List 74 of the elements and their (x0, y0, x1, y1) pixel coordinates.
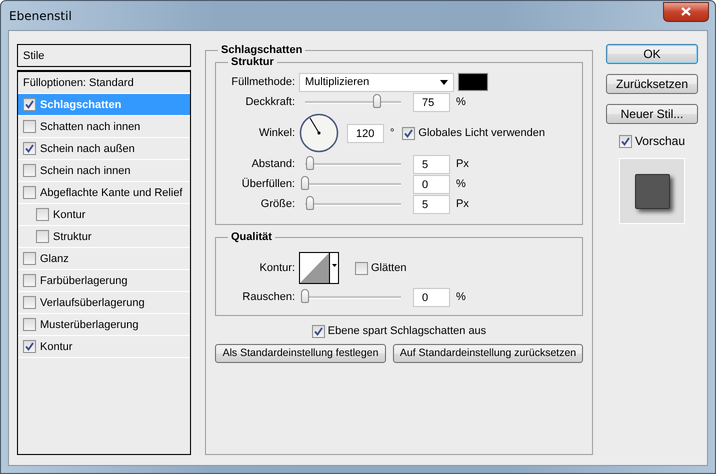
checkbox[interactable] (312, 324, 325, 338)
unit-label: Px (456, 158, 469, 170)
checkbox[interactable] (23, 164, 36, 177)
dialog-button[interactable]: Zurücksetzen (606, 74, 698, 94)
window-title: Ebenenstil (9, 8, 72, 22)
group-title: Struktur (230, 56, 275, 68)
style-item[interactable]: Verlaufsüberlagerung (18, 292, 190, 314)
field-label: Füllmethode: (230, 76, 295, 88)
checkbox[interactable] (23, 274, 36, 287)
field-label: Abstand: (250, 158, 295, 170)
checkbox[interactable] (36, 208, 49, 221)
value-field[interactable]: 0 (413, 174, 450, 194)
slider-thumb[interactable] (301, 288, 309, 302)
unit-label: % (456, 96, 466, 108)
style-item[interactable]: Kontur (18, 336, 190, 358)
style-item[interactable]: Struktur (18, 226, 190, 248)
dialog-button[interactable]: OK (606, 44, 698, 64)
style-item[interactable]: Glanz (18, 248, 190, 270)
unit-label: % (456, 291, 466, 303)
value-field[interactable]: 120 (347, 124, 384, 142)
checkbox-label: Globales Licht verwenden (418, 127, 545, 139)
checkbox[interactable] (36, 230, 49, 243)
field-label: Rauschen: (241, 291, 295, 303)
slider-thumb[interactable] (306, 156, 314, 170)
style-item[interactable]: Schatten nach innen (18, 116, 190, 138)
action-button[interactable]: Als Standardeinstellung festlegen (215, 344, 386, 362)
field-label: Überfüllen: (240, 178, 295, 190)
slider-thumb[interactable] (373, 94, 381, 108)
group-title: Schlagschatten (220, 44, 304, 56)
checkbox[interactable] (23, 98, 36, 111)
field-label: Winkel: (258, 127, 295, 139)
value-field[interactable]: 0 (413, 288, 450, 306)
list-header: Stile (17, 44, 191, 67)
action-button[interactable]: Auf Standardeinstellung zurücksetzen (393, 344, 583, 362)
unit-label: Px (456, 198, 469, 210)
value-field[interactable]: 5 (413, 194, 450, 214)
slider-thumb[interactable] (306, 196, 314, 210)
color-swatch[interactable] (458, 73, 488, 91)
contour-picker[interactable] (299, 252, 339, 284)
checkbox[interactable] (23, 318, 36, 331)
caret-icon (440, 80, 448, 84)
checkbox[interactable] (23, 252, 36, 265)
value-field[interactable]: 5 (413, 154, 450, 174)
checkbox[interactable] (23, 142, 36, 155)
field-label: Deckkraft: (244, 96, 295, 108)
slider-thumb[interactable] (301, 176, 309, 190)
value-field[interactable]: 75 (413, 92, 450, 112)
angle-dial[interactable] (299, 113, 339, 153)
checkbox[interactable] (23, 120, 36, 133)
blend-mode-dropdown[interactable]: Multiplizieren (299, 72, 454, 92)
checkbox-label: Vorschau (634, 134, 686, 148)
checkbox[interactable] (355, 262, 368, 274)
checkbox[interactable] (23, 186, 36, 199)
unit-label: % (456, 178, 466, 190)
style-item[interactable]: Farbüberlagerung (18, 270, 190, 292)
dialog-button[interactable]: Neuer Stil... (606, 104, 698, 124)
checkbox[interactable] (618, 134, 632, 148)
style-item[interactable]: Abgeflachte Kante und Relief (18, 182, 190, 204)
unit-label: ° (390, 127, 394, 139)
checkbox-label: Glätten (371, 262, 406, 274)
group-title: Qualität (230, 231, 273, 243)
style-item[interactable]: Kontur (18, 204, 190, 226)
close-button[interactable] (663, 2, 709, 22)
field-label: Kontur: (258, 262, 295, 274)
preview-square (634, 174, 670, 208)
field-label: Größe: (260, 198, 295, 210)
checkbox-label: Ebene spart Schlagschatten aus (328, 325, 486, 337)
style-item[interactable]: Musterüberlagerung (18, 314, 190, 336)
checkbox[interactable] (23, 296, 36, 309)
style-item[interactable]: Schein nach außen (18, 138, 190, 160)
checkbox[interactable] (23, 340, 36, 353)
style-item[interactable]: Schein nach innen (18, 160, 190, 182)
checkbox[interactable] (402, 126, 416, 140)
close-icon (681, 7, 691, 16)
